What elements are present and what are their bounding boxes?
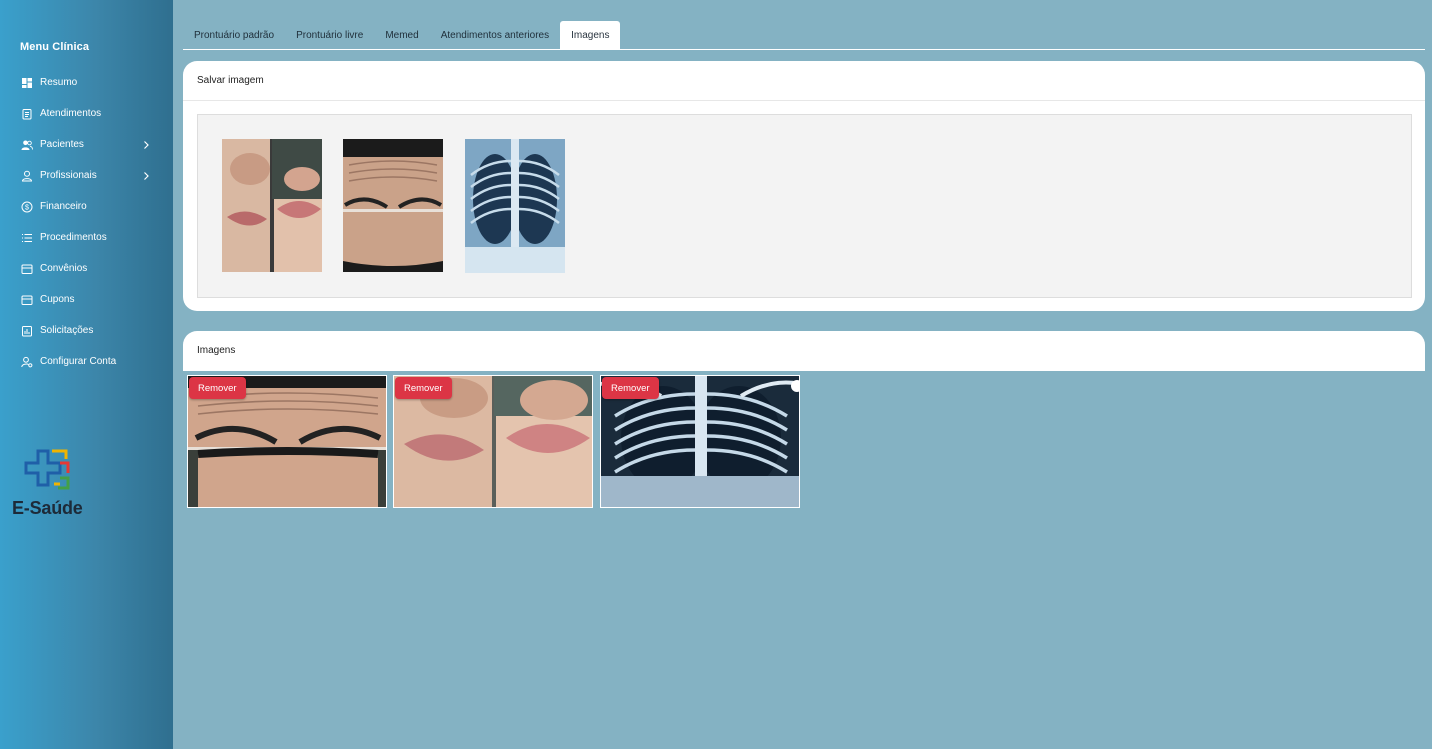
divider (183, 370, 1425, 371)
save-image-card: Salvar imagem (183, 61, 1425, 311)
gallery-image-xray[interactable]: Remover (600, 375, 800, 508)
preview-lips-image (222, 139, 322, 272)
dollar-circle-icon: $ (21, 201, 33, 213)
sidebar-menu: Resumo Atendimentos Pacientes Profission… (0, 67, 173, 377)
gallery-image-forehead[interactable]: Remover (187, 375, 387, 508)
sidebar-item-atendimentos[interactable]: Atendimentos (0, 98, 173, 129)
record-tabs: Prontuário padrão Prontuário livre Memed… (183, 21, 1425, 50)
sidebar-item-label: Convênios (40, 263, 88, 274)
sidebar-item-procedimentos[interactable]: Procedimentos (0, 222, 173, 253)
sidebar: Menu Clínica Resumo Atendimentos Pacient… (0, 0, 173, 749)
sidebar-item-label: Procedimentos (40, 232, 107, 243)
card-icon (21, 263, 33, 275)
sidebar-item-resumo[interactable]: Resumo (0, 67, 173, 98)
users-icon (21, 139, 33, 151)
sidebar-item-label: Configurar Conta (40, 356, 117, 367)
list-icon (21, 232, 33, 244)
tab-imagens[interactable]: Imagens (560, 21, 621, 49)
sidebar-item-solicitacoes[interactable]: Solicitações (0, 315, 173, 346)
sidebar-item-label: Resumo (40, 77, 78, 88)
sidebar-item-configurar-conta[interactable]: Configurar Conta (0, 346, 173, 377)
sidebar-item-label: Atendimentos (40, 108, 102, 119)
sidebar-item-profissionais[interactable]: Profissionais (0, 160, 173, 191)
tab-prontuario-padrao[interactable]: Prontuário padrão (183, 21, 285, 49)
e-saude-logo: E-Saúde (12, 448, 102, 523)
sidebar-item-label: Cupons (40, 294, 75, 305)
tab-prontuario-livre[interactable]: Prontuário livre (285, 21, 374, 49)
chevron-right-icon (141, 140, 151, 150)
images-title: Imagens (197, 345, 236, 356)
image-dropzone[interactable] (197, 114, 1412, 298)
logo-text: E-Saúde (12, 498, 83, 518)
tab-atendimentos-anteriores[interactable]: Atendimentos anteriores (430, 21, 560, 49)
sidebar-item-label: Solicitações (40, 325, 94, 336)
sidebar-item-pacientes[interactable]: Pacientes (0, 129, 173, 160)
preview-xray-image (465, 139, 565, 273)
sidebar-item-cupons[interactable]: Cupons (0, 284, 173, 315)
dashboard-icon (21, 77, 33, 89)
sidebar-item-financeiro[interactable]: $ Financeiro (0, 191, 173, 222)
images-card-header: Imagens (183, 331, 1425, 371)
card-icon (21, 294, 33, 306)
remove-button[interactable]: Remover (395, 377, 452, 399)
user-settings-icon (21, 356, 33, 368)
sidebar-item-convenios[interactable]: Convênios (0, 253, 173, 284)
remove-button[interactable]: Remover (189, 377, 246, 399)
sidebar-title: Menu Clínica (20, 41, 90, 53)
chevron-right-icon (141, 171, 151, 181)
user-icon (21, 170, 33, 182)
preview-forehead-image (343, 139, 443, 272)
gallery-image-lips[interactable]: Remover (393, 375, 593, 508)
sidebar-item-label: Profissionais (40, 170, 97, 181)
sidebar-item-label: Financeiro (40, 201, 87, 212)
svg-text:$: $ (25, 204, 29, 211)
tab-memed[interactable]: Memed (374, 21, 429, 49)
chart-file-icon (21, 325, 33, 337)
save-image-title: Salvar imagem (183, 61, 1425, 101)
remove-button[interactable]: Remover (602, 377, 659, 399)
sidebar-item-label: Pacientes (40, 139, 84, 150)
clipboard-icon (21, 108, 33, 120)
